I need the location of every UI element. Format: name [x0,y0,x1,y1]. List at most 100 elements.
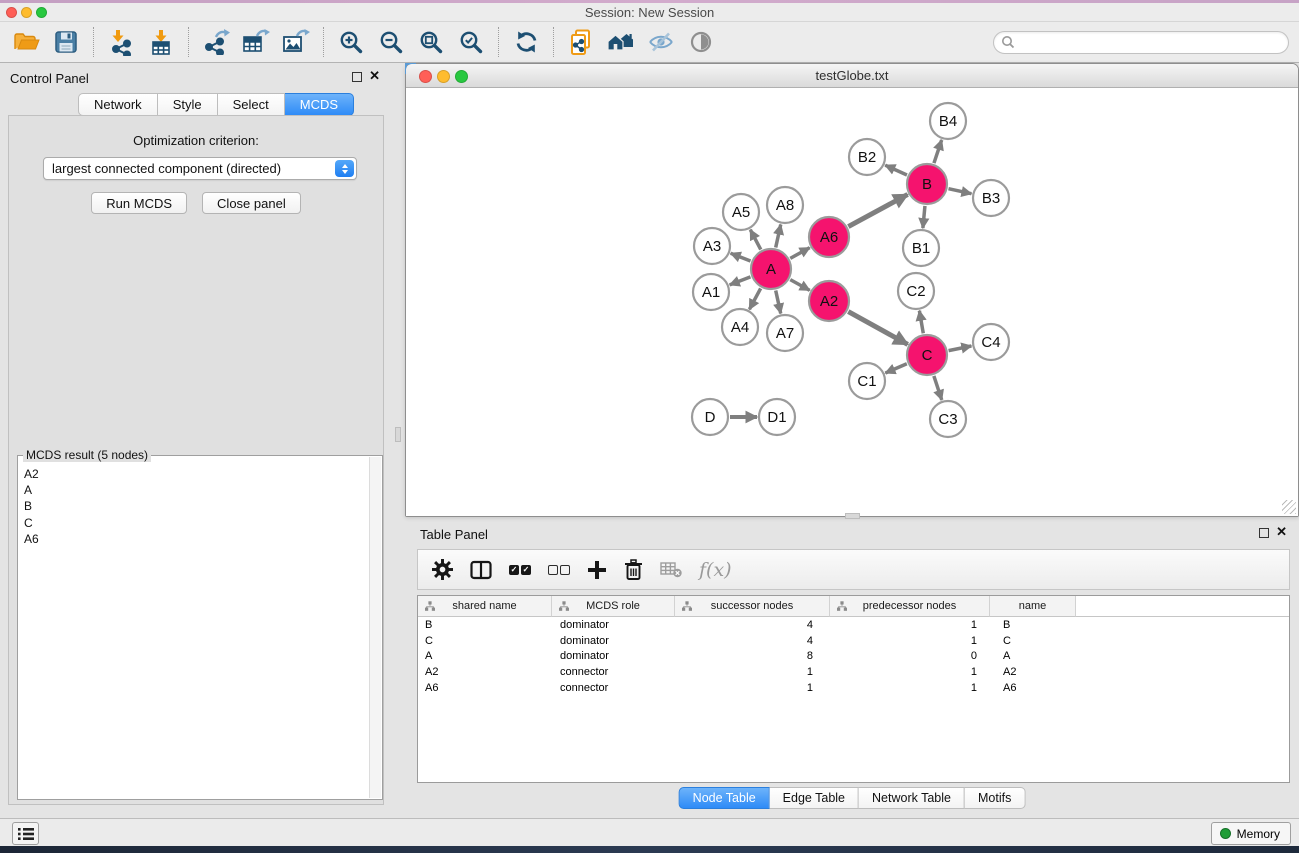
result-item-c[interactable]: C [19,515,369,531]
graph-node-A5[interactable]: A5 [723,194,759,230]
task-history-button[interactable] [12,822,39,845]
graph-node-B4[interactable]: B4 [930,103,966,139]
cell[interactable]: A2 [418,664,552,680]
show-column-button[interactable] [470,560,492,580]
graph-node-A3[interactable]: A3 [694,228,730,264]
export-image-button[interactable] [276,25,316,59]
float-table-panel-button[interactable] [1259,528,1269,538]
result-scrollbar[interactable] [369,457,381,798]
first-neighbors-button[interactable] [601,25,641,59]
tab-network-table[interactable]: Network Table [859,787,965,809]
graph-node-A8[interactable]: A8 [767,187,803,223]
graph-node-A7[interactable]: A7 [767,315,803,351]
table-row-c[interactable]: Cdominator41C [418,633,1289,649]
graph-edge-A-A4[interactable] [749,288,760,309]
graph-node-C3[interactable]: C3 [930,401,966,437]
cell[interactable]: A6 [990,680,1076,696]
cell[interactable]: 1 [675,680,830,696]
cell[interactable]: 1 [830,680,990,696]
run-mcds-button[interactable]: Run MCDS [91,192,187,214]
graph-node-C[interactable]: C [907,335,947,375]
zoom-selected-button[interactable] [451,25,491,59]
tab-mcds[interactable]: MCDS [285,93,354,116]
graph-node-B1[interactable]: B1 [903,230,939,266]
graph-node-A4[interactable]: A4 [722,309,758,345]
cell[interactable]: B [990,617,1076,633]
apply-layout-button[interactable] [506,25,546,59]
search-box[interactable] [993,31,1289,54]
tab-style[interactable]: Style [158,93,218,116]
close-panel-icon[interactable]: ✕ [369,69,380,83]
function-builder-button-disabled[interactable]: f(x) [699,559,732,581]
column-header-predecessor-nodes[interactable]: predecessor nodes [830,596,990,617]
graph-node-A1[interactable]: A1 [693,274,729,310]
graph-node-B[interactable]: B [907,164,947,204]
graph-node-C4[interactable]: C4 [973,324,1009,360]
graph-edge-B-B3[interactable] [948,189,971,194]
table-row-a2[interactable]: A2connector11A2 [418,664,1289,680]
close-panel-button[interactable]: Close panel [202,192,301,214]
import-network-button[interactable] [101,25,141,59]
graph-edge-B-B1[interactable] [923,206,925,228]
tab-select[interactable]: Select [218,93,285,116]
unselect-all-columns-button[interactable] [548,565,570,575]
delete-table-button-disabled[interactable] [660,561,682,578]
cell[interactable]: dominator [552,648,675,664]
cell[interactable]: connector [552,680,675,696]
cell[interactable]: C [990,633,1076,649]
hide-selected-button[interactable] [641,25,681,59]
tab-edge-table[interactable]: Edge Table [770,787,859,809]
open-session-button[interactable] [6,25,46,59]
column-header-successor-nodes[interactable]: successor nodes [675,596,830,617]
close-table-panel-icon[interactable]: ✕ [1276,525,1287,539]
zoom-in-button[interactable] [331,25,371,59]
graph-edge-A-A5[interactable] [750,230,760,250]
cell[interactable]: C [418,633,552,649]
graph-node-B2[interactable]: B2 [849,139,885,175]
cell[interactable]: 1 [830,664,990,680]
graph-edge-A-A7[interactable] [776,290,781,313]
cell[interactable]: A [418,648,552,664]
graph-node-C2[interactable]: C2 [898,273,934,309]
zoom-out-button[interactable] [371,25,411,59]
result-item-a[interactable]: A [19,482,369,498]
cell[interactable]: connector [552,664,675,680]
tab-network[interactable]: Network [78,93,158,116]
float-panel-button[interactable] [352,72,362,82]
graph-node-A2[interactable]: A2 [809,281,849,321]
graph-node-D1[interactable]: D1 [759,399,795,435]
graph-edge-C-C1[interactable] [885,364,906,373]
cell[interactable]: 4 [675,633,830,649]
table-row-a[interactable]: Adominator80A [418,648,1289,664]
table-settings-button[interactable] [432,559,453,580]
zoom-fit-button[interactable] [411,25,451,59]
graph-edge-A-A8[interactable] [776,225,781,248]
table-row-a6[interactable]: A6connector11A6 [418,680,1289,696]
cell[interactable]: A [990,648,1076,664]
column-header-mcds-role[interactable]: MCDS role [552,596,675,617]
export-network-button[interactable] [196,25,236,59]
cell[interactable]: A6 [418,680,552,696]
graph-node-A[interactable]: A [751,249,791,289]
result-item-a2[interactable]: A2 [19,466,369,482]
tab-node-table[interactable]: Node Table [679,787,770,809]
graph-edge-B-B4[interactable] [934,140,942,163]
graph-edge-B-B2[interactable] [885,165,907,175]
cell[interactable]: 4 [675,617,830,633]
cell[interactable]: dominator [552,633,675,649]
graph-node-C1[interactable]: C1 [849,363,885,399]
cell[interactable]: 1 [830,617,990,633]
graph-node-D[interactable]: D [692,399,728,435]
import-table-button[interactable] [141,25,181,59]
cell[interactable]: A2 [990,664,1076,680]
graph-edge-A-A2[interactable] [790,280,809,291]
delete-column-button[interactable] [624,559,643,581]
cell[interactable]: 1 [830,633,990,649]
cell[interactable]: 8 [675,648,830,664]
column-header-shared-name[interactable]: shared name [418,596,552,617]
new-network-from-selection-button[interactable] [561,25,601,59]
vertical-splitter-handle[interactable] [395,427,401,442]
cell[interactable]: dominator [552,617,675,633]
memory-button[interactable]: Memory [1211,822,1291,845]
graph-edge-A2-C[interactable] [848,312,907,345]
